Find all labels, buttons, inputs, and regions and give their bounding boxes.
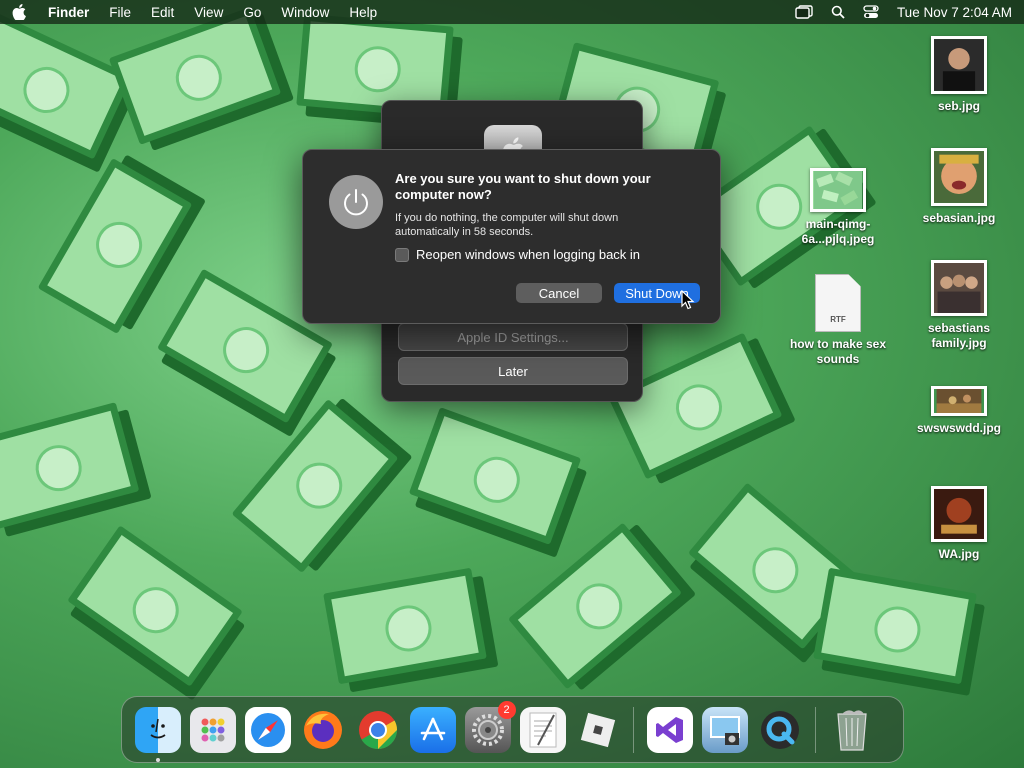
desktop-file-rtf[interactable]: RTF how to make sex sounds <box>783 274 893 367</box>
document-type-label: RTF <box>830 315 846 324</box>
alert-message: If you do nothing, the computer will shu… <box>395 212 619 238</box>
dock-separator <box>815 706 816 753</box>
image-thumbnail-icon <box>931 36 987 94</box>
reopen-windows-label: Reopen windows when logging back in <box>416 247 641 262</box>
wallpaper-bill <box>507 522 683 690</box>
wallpaper-bill <box>0 12 133 160</box>
desktop-file-label: main-qimg-6a...pjlq.jpeg <box>801 217 875 246</box>
desktop-file-swswswdd[interactable]: swswswdd.jpg <box>904 386 1014 436</box>
chrome-icon[interactable] <box>355 707 401 753</box>
desktop-file-wa[interactable]: WA.jpg <box>904 486 1014 562</box>
wallpaper-bill <box>231 398 399 574</box>
image-thumbnail-icon <box>931 386 987 416</box>
notification-badge: 2 <box>497 700 516 719</box>
menu-app-name[interactable]: Finder <box>48 5 89 20</box>
desktop-file-label: sebasian.jpg <box>922 211 996 225</box>
desktop-file-label: WA.jpg <box>938 547 980 561</box>
menu-view[interactable]: View <box>194 5 223 20</box>
wallpaper-bill <box>37 158 193 334</box>
running-indicator <box>155 757 160 762</box>
dock: 2 <box>121 696 904 763</box>
menu-edit[interactable]: Edit <box>151 5 174 20</box>
menu-file[interactable]: File <box>109 5 131 20</box>
system-settings-icon[interactable]: 2 <box>464 700 516 753</box>
desktop-file-seb[interactable]: seb.jpg <box>904 36 1014 114</box>
wallpaper-bill <box>0 402 140 530</box>
desktop-file-sebasian[interactable]: sebasian.jpg <box>904 148 1014 226</box>
dock-separator <box>633 706 634 753</box>
desktop-file-label: sebastians family.jpg <box>927 321 991 350</box>
wallpaper-bill <box>108 7 282 145</box>
later-button[interactable]: Later <box>398 357 628 385</box>
menu-clock[interactable]: Tue Nov 7 2:04 AM <box>897 5 1012 20</box>
firefox-icon[interactable] <box>300 707 346 753</box>
menu-help[interactable]: Help <box>349 5 377 20</box>
launchpad-icon[interactable] <box>189 706 236 753</box>
wallpaper-bill <box>323 567 487 685</box>
reopen-windows-option[interactable]: Reopen windows when logging back in <box>395 247 640 262</box>
wallpaper-bill <box>408 407 582 545</box>
menu-bar-extras: Tue Nov 7 2:04 AM <box>795 5 1012 20</box>
finder-icon[interactable] <box>134 706 181 762</box>
menu-bar: Finder File Edit View Go Window Help Tue… <box>0 0 1024 24</box>
textedit-icon[interactable] <box>519 706 566 753</box>
mouse-cursor-icon <box>681 290 695 310</box>
image-thumbnail-icon <box>931 486 987 542</box>
wallpaper-bill <box>67 525 243 687</box>
power-icon <box>329 175 383 229</box>
shutdown-alert-dialog: Are you sure you want to shut down your … <box>302 149 721 324</box>
desktop-file-label: seb.jpg <box>937 99 980 113</box>
preview-icon[interactable] <box>701 706 748 753</box>
visual-studio-icon[interactable] <box>646 706 693 753</box>
roblox-icon[interactable] <box>575 707 621 753</box>
desktop-file-main-qimg[interactable]: main-qimg-6a...pjlq.jpeg <box>783 168 893 247</box>
apple-menu-icon[interactable] <box>12 4 26 20</box>
apple-id-settings-button[interactable]: Apple ID Settings... <box>398 323 628 351</box>
image-thumbnail-icon <box>931 148 987 206</box>
reopen-windows-checkbox[interactable] <box>395 247 409 262</box>
image-thumbnail-icon <box>810 168 866 212</box>
rtf-document-icon: RTF <box>815 274 861 332</box>
image-thumbnail-icon <box>931 260 987 316</box>
menu-go[interactable]: Go <box>243 5 261 20</box>
safari-icon[interactable] <box>244 706 291 753</box>
trash-icon[interactable] <box>829 707 875 753</box>
menu-window[interactable]: Window <box>281 5 329 20</box>
desktop-file-sebastians-family[interactable]: sebastians family.jpg <box>904 260 1014 351</box>
wallpaper-bill <box>813 567 977 685</box>
desktop-file-label: swswswdd.jpg <box>916 421 1001 435</box>
desktop-file-label: how to make sex sounds <box>789 337 887 366</box>
spotlight-search-icon[interactable] <box>831 5 845 19</box>
app-store-icon[interactable] <box>409 706 456 753</box>
screen-mirroring-icon[interactable] <box>795 5 813 19</box>
cancel-button[interactable]: Cancel <box>516 283 602 303</box>
alert-title: Are you sure you want to shut down your … <box>395 171 651 202</box>
quicktime-icon[interactable] <box>757 707 803 753</box>
control-center-icon[interactable] <box>863 5 879 19</box>
